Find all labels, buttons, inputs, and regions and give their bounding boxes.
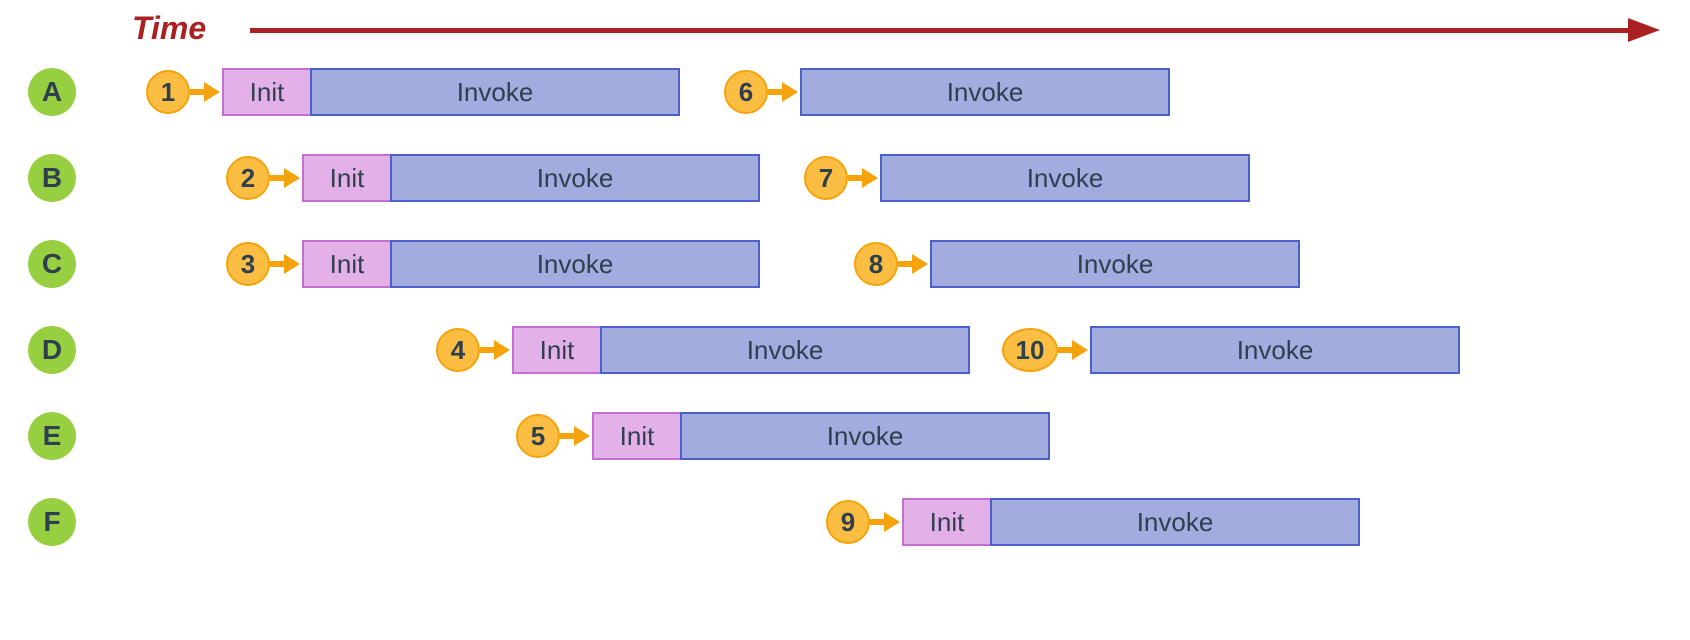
invoke-block-e5: Invoke [680, 412, 1050, 460]
time-axis-arrowhead-icon [1628, 18, 1660, 42]
seq-badge-1: 1 [146, 70, 190, 114]
invoke-block-c8: Invoke [930, 240, 1300, 288]
seq-badge-2: 2 [226, 156, 270, 200]
init-block-c3: Init [302, 240, 392, 288]
init-block-b2: Init [302, 154, 392, 202]
seq-arrowhead-1-icon [204, 82, 220, 102]
invoke-block-f9: Invoke [990, 498, 1360, 546]
seq-badge-9: 9 [826, 500, 870, 544]
seq-arrowhead-6-icon [782, 82, 798, 102]
time-axis-arrow [250, 28, 1630, 33]
row-badge-a: A [28, 68, 76, 116]
seq-arrowhead-3-icon [284, 254, 300, 274]
seq-badge-6: 6 [724, 70, 768, 114]
invoke-block-d10: Invoke [1090, 326, 1460, 374]
invoke-block-a6: Invoke [800, 68, 1170, 116]
invoke-block-b2: Invoke [390, 154, 760, 202]
row-badge-b: B [28, 154, 76, 202]
seq-arrowhead-4-icon [494, 340, 510, 360]
time-axis-label: Time [132, 10, 206, 47]
seq-arrowhead-8-icon [912, 254, 928, 274]
seq-badge-8: 8 [854, 242, 898, 286]
seq-arrowhead-5-icon [574, 426, 590, 446]
row-badge-c: C [28, 240, 76, 288]
invoke-block-b7: Invoke [880, 154, 1250, 202]
seq-arrowhead-9-icon [884, 512, 900, 532]
seq-arrowhead-2-icon [284, 168, 300, 188]
seq-badge-4: 4 [436, 328, 480, 372]
seq-badge-3: 3 [226, 242, 270, 286]
init-block-d4: Init [512, 326, 602, 374]
init-block-e5: Init [592, 412, 682, 460]
seq-badge-5: 5 [516, 414, 560, 458]
init-block-a1: Init [222, 68, 312, 116]
init-block-f9: Init [902, 498, 992, 546]
seq-badge-10: 10 [1002, 328, 1058, 372]
seq-badge-7: 7 [804, 156, 848, 200]
invoke-block-c3: Invoke [390, 240, 760, 288]
row-badge-e: E [28, 412, 76, 460]
row-badge-f: F [28, 498, 76, 546]
seq-arrowhead-10-icon [1072, 340, 1088, 360]
diagram-stage: Time A 1 Init Invoke 6 Invoke B 2 Init I… [0, 0, 1690, 640]
seq-arrowhead-7-icon [862, 168, 878, 188]
invoke-block-d4: Invoke [600, 326, 970, 374]
invoke-block-a1: Invoke [310, 68, 680, 116]
row-badge-d: D [28, 326, 76, 374]
